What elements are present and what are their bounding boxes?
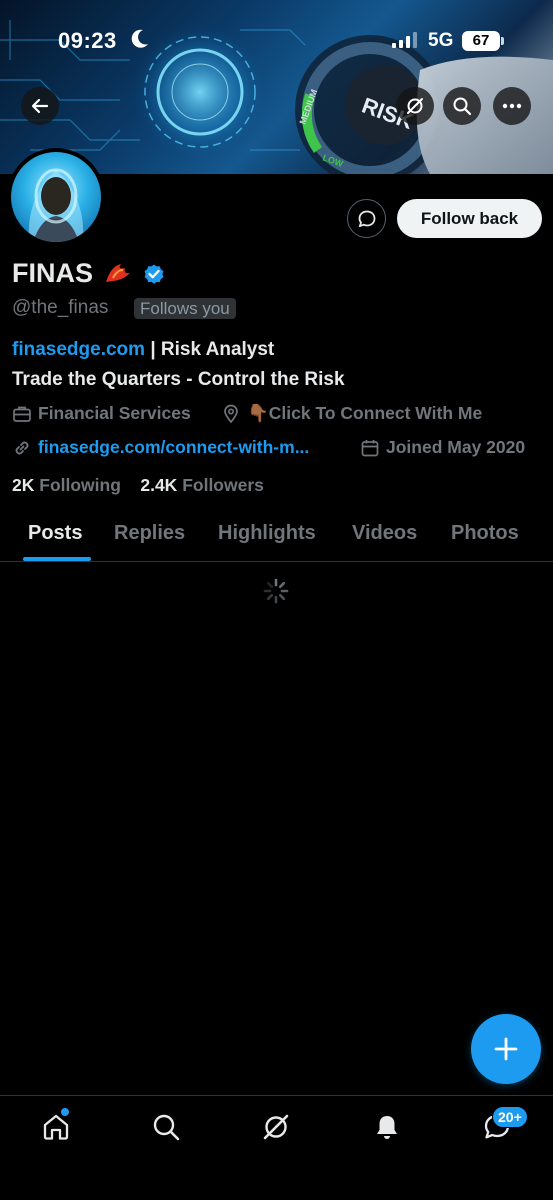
grok-icon: [263, 1114, 289, 1140]
following-count: 2K: [12, 475, 35, 495]
compose-button[interactable]: [471, 1014, 541, 1084]
tab-posts[interactable]: Posts: [28, 522, 82, 545]
message-icon: [358, 210, 375, 227]
nav-grok[interactable]: [261, 1112, 291, 1142]
nav-home[interactable]: [41, 1112, 71, 1142]
website-link[interactable]: finasedge.com/connect-with-m...: [38, 437, 309, 458]
bell-icon: [377, 1116, 397, 1139]
loading-spinner-icon: [263, 578, 289, 609]
more-horizontal-icon: [502, 103, 522, 109]
plus-icon: [494, 1037, 518, 1061]
follows-you-badge: Follows you: [134, 298, 236, 319]
arrow-left-icon: [31, 98, 49, 114]
follow-stats: 2K Following 2.4K Followers: [12, 475, 264, 496]
joined-text: Joined May 2020: [386, 437, 526, 457]
profile-page: RISK MEDIUM LOW 09:23 5G 67 Follow back …: [0, 0, 553, 1200]
profile-tabs: Posts Replies Highlights Videos Photos: [0, 512, 553, 562]
tab-photos[interactable]: Photos: [451, 522, 519, 545]
profile-banner[interactable]: RISK MEDIUM LOW 09:23 5G 67: [0, 0, 553, 174]
location-pin-icon: [221, 404, 241, 429]
messages-badge: 20+: [492, 1106, 528, 1128]
status-bar: 09:23 5G 67: [0, 26, 553, 58]
location-text: 👇🏾Click To Connect With Me: [247, 403, 483, 423]
network-type: 5G: [428, 30, 454, 51]
search-button[interactable]: [443, 87, 481, 125]
nav-explore[interactable]: [151, 1112, 181, 1142]
tab-replies[interactable]: Replies: [114, 522, 185, 545]
followers-link[interactable]: 2.4K Followers: [140, 475, 264, 495]
follow-back-button[interactable]: Follow back: [397, 199, 542, 238]
bio-line-1: finasedge.com | Risk Analyst: [12, 339, 274, 361]
active-tab-indicator: [23, 557, 91, 561]
briefcase-icon: [12, 404, 32, 429]
calendar-icon: [360, 438, 380, 463]
following-link[interactable]: 2K Following: [12, 475, 121, 495]
profile-handle: @the_finas: [12, 297, 109, 318]
search-icon: [153, 1114, 180, 1141]
home-notification-dot: [61, 1108, 69, 1116]
status-time: 09:23: [58, 28, 117, 53]
battery-icon: 67: [462, 31, 504, 51]
avatar[interactable]: [7, 148, 105, 246]
home-icon: [43, 1114, 69, 1140]
signal-icon: [392, 32, 418, 53]
followers-count: 2.4K: [140, 475, 178, 495]
back-button[interactable]: [21, 87, 59, 125]
bio-link[interactable]: finasedge.com: [12, 339, 145, 360]
bottom-nav: 20+: [0, 1095, 553, 1200]
profile-name: FINAS: [12, 258, 93, 288]
following-label: Following: [39, 475, 121, 495]
tab-highlights[interactable]: Highlights: [218, 522, 316, 545]
bio-line-2: Trade the Quarters - Control the Risk: [12, 369, 345, 390]
message-button[interactable]: [347, 199, 386, 238]
bio-title: | Risk Analyst: [145, 339, 275, 360]
search-icon: [453, 97, 472, 116]
tab-videos[interactable]: Videos: [352, 522, 417, 545]
grok-button[interactable]: [396, 87, 434, 125]
nav-notifications[interactable]: [372, 1112, 402, 1142]
avatar-image: [11, 152, 101, 242]
link-icon: [12, 438, 32, 463]
verified-badge-icon[interactable]: [142, 262, 166, 291]
moon-icon: [131, 29, 149, 55]
fire-bird-emoji-icon: [103, 260, 133, 291]
category-text: Financial Services: [38, 403, 191, 423]
grok-icon: [407, 98, 423, 114]
followers-label: Followers: [182, 475, 264, 495]
more-button[interactable]: [493, 87, 531, 125]
